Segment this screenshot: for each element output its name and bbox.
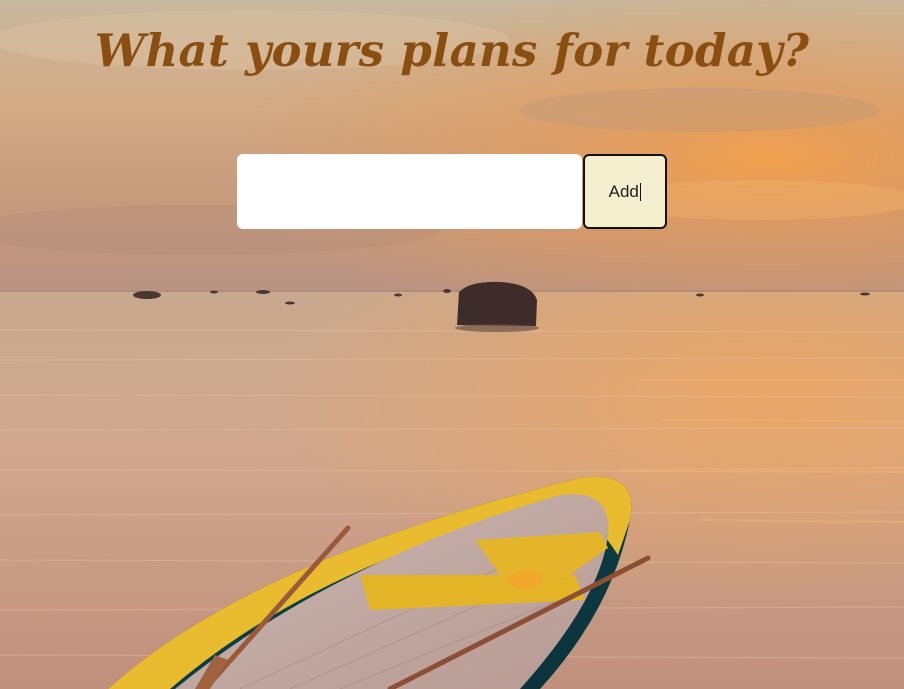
add-button-label: Add — [608, 181, 639, 201]
task-input[interactable] — [237, 154, 582, 229]
background-sunset-lake-image — [0, 0, 904, 689]
page-title: What yours plans for today? — [94, 24, 810, 77]
add-button[interactable]: Add — [583, 154, 667, 229]
text-cursor — [639, 182, 642, 201]
